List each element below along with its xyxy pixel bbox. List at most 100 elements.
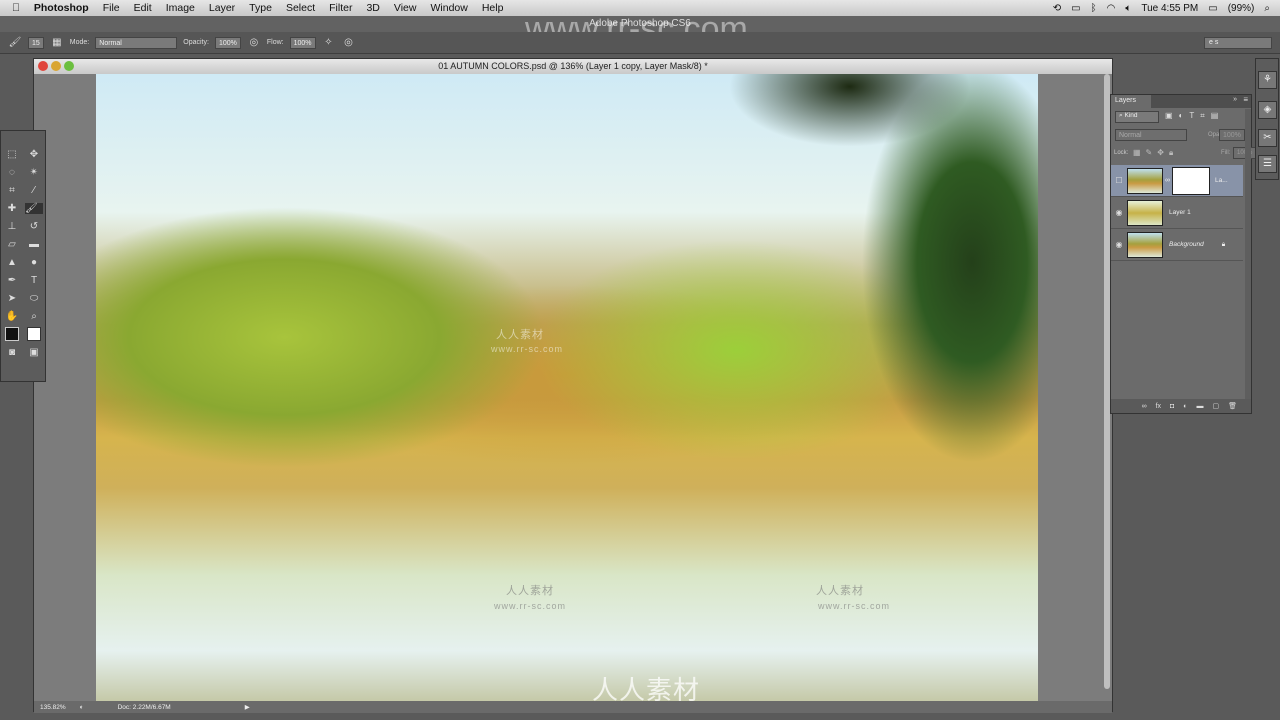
menu-image[interactable]: Image — [166, 2, 195, 14]
lock-icons[interactable]: ▦✎✥🔒︎ — [1133, 148, 1178, 158]
tools-panel: ⬚ ✥ ◌ ✴ ⌗ ⁄ ✚ 🖌︎ ⊥ ↺ ▱ ▬ ▲ ● ✒ T ➤ ⬭ ✋ ⌕ ◙ ▣ — [0, 130, 46, 382]
doc-size: Doc: 2.22M/6.67M — [117, 703, 171, 711]
clock[interactable]: Tue 4:55 PM — [1141, 3, 1198, 14]
hand-tool-icon[interactable]: ✋ — [6, 311, 18, 322]
magic-wand-tool-icon[interactable]: ✴ — [30, 167, 38, 178]
menu-help[interactable]: Help — [482, 2, 504, 14]
status-menu-arrow-icon[interactable]: ▶ — [245, 703, 250, 711]
background-color-swatch[interactable] — [27, 327, 41, 341]
history-brush-tool-icon[interactable]: ↺ — [30, 221, 38, 232]
pressure-size-icon[interactable]: ◎ — [342, 36, 356, 50]
pen-tool-icon[interactable]: ✒ — [8, 275, 16, 286]
layer-mask-thumbnail[interactable] — [1172, 166, 1210, 195]
lock-icon: 🔒︎ — [1221, 240, 1226, 248]
link-icon[interactable]: ∞ — [1165, 177, 1170, 184]
marquee-tool-icon[interactable]: ⬚ — [7, 149, 16, 160]
zoom-level[interactable]: 135.82% — [40, 704, 66, 711]
proof-icon[interactable]: ◐ — [80, 704, 84, 711]
volume-icon[interactable]: 🔈︎ — [1125, 3, 1131, 14]
link-layers-icon[interactable]: ∞ — [1142, 403, 1147, 410]
clone-stamp-tool-icon[interactable]: ⊥ — [8, 221, 17, 232]
eraser-tool-icon[interactable]: ▱ — [8, 239, 16, 250]
blend-mode-select[interactable]: Normal — [1115, 129, 1187, 141]
filter-kind-select[interactable]: ⌕ Kind — [1115, 111, 1159, 123]
eye-icon[interactable]: ◉ — [1111, 208, 1127, 217]
properties-panel-icon[interactable]: ☰ — [1258, 155, 1277, 173]
crop-tool-icon[interactable]: ⌗ — [9, 185, 15, 196]
eyedropper-tool-icon[interactable]: ⁄ — [33, 185, 35, 196]
lock-label: Lock: — [1114, 150, 1129, 156]
collapse-icon[interactable]: » — [1233, 96, 1237, 103]
mode-select[interactable]: Normal — [95, 36, 178, 49]
menu-window[interactable]: Window — [430, 2, 467, 14]
menu-view[interactable]: View — [394, 2, 417, 14]
zoom-tool-icon[interactable]: ⌕ — [31, 311, 37, 322]
wifi-icon[interactable]: ◠ — [1107, 3, 1116, 14]
layers-scrollbar[interactable] — [1245, 109, 1251, 399]
menu-file[interactable]: File — [103, 2, 120, 14]
menu-select[interactable]: Select — [286, 2, 315, 14]
pressure-opacity-icon[interactable]: ◎ — [247, 36, 261, 50]
layer-opacity-input[interactable]: 100% — [1219, 129, 1245, 141]
shape-tool-icon[interactable]: ⬭ — [30, 293, 39, 304]
quick-mask-icon[interactable]: ◙ — [9, 347, 15, 358]
time-machine-icon[interactable]: ⟲ — [1053, 3, 1061, 14]
lasso-tool-icon[interactable]: ◌ — [9, 167, 15, 178]
blur-tool-icon[interactable]: ▲ — [7, 257, 17, 268]
panel-menu-icon[interactable]: ≡ — [1243, 95, 1248, 104]
new-layer-icon[interactable]: ▢ — [1212, 402, 1219, 410]
layers-panel-icon[interactable]: ◈ — [1258, 101, 1277, 119]
visibility-off-box[interactable]: ☐ — [1111, 176, 1127, 185]
menu-filter[interactable]: Filter — [329, 2, 352, 14]
battery-percent: (99%) — [1227, 2, 1255, 14]
brush-presets-icon[interactable]: ✂ — [1258, 129, 1277, 147]
minimize-button[interactable] — [51, 61, 61, 71]
brush-size-picker[interactable]: 15 — [28, 36, 44, 49]
brush-tool-icon[interactable]: 🖌︎ — [25, 202, 43, 214]
screen-mode-icon[interactable]: ▣ — [29, 347, 38, 358]
tab-layers[interactable]: Layers — [1111, 95, 1151, 108]
healing-brush-tool-icon[interactable]: ✚ — [8, 203, 16, 214]
mode-label: Mode: — [69, 39, 90, 46]
close-button[interactable] — [38, 61, 48, 71]
menu-layer[interactable]: Layer — [209, 2, 235, 14]
delete-layer-icon[interactable]: 🗑︎ — [1228, 402, 1237, 410]
path-selection-tool-icon[interactable]: ➤ — [8, 293, 16, 304]
airbrush-icon[interactable]: ✧ — [322, 36, 336, 50]
add-mask-icon[interactable]: ◘ — [1170, 403, 1174, 410]
layer-row[interactable]: ◉ Layer 1 — [1111, 197, 1243, 229]
dodge-tool-icon[interactable]: ● — [31, 257, 37, 268]
menu-app[interactable]: Photoshop — [34, 2, 89, 14]
brush-panel-toggle-icon[interactable]: ▦ — [50, 36, 64, 50]
display-icon[interactable]: ▭ — [1071, 3, 1080, 14]
filter-icons[interactable]: ▣◐T⌗▤ — [1165, 111, 1224, 121]
bluetooth-icon[interactable]: ᛒ — [1091, 3, 1097, 14]
gradient-tool-icon[interactable]: ▬ — [29, 239, 39, 250]
menu-type[interactable]: Type — [249, 2, 272, 14]
watermark: www.rr-sc.com — [818, 601, 890, 611]
eye-icon[interactable]: ◉ — [1111, 240, 1127, 249]
battery-icon[interactable]: ▭ — [1208, 3, 1217, 14]
menu-3d[interactable]: 3D — [366, 2, 379, 14]
image-canvas[interactable]: 人人素材 www.rr-sc.com 人人素材 www.rr-sc.com 人人… — [96, 74, 1038, 701]
workspace-select[interactable]: e s — [1204, 37, 1272, 49]
layer-row[interactable]: ☐ ∞ La... — [1111, 165, 1243, 197]
move-tool-icon[interactable]: ✥ — [30, 149, 38, 160]
opacity-input[interactable]: 100% — [214, 36, 241, 49]
layers-panel: Layers » ≡ ⌕ Kind ▣◐T⌗▤ Normal Opacity: … — [1110, 94, 1257, 414]
layer-row[interactable]: ◉ Background 🔒︎ — [1111, 229, 1243, 261]
spotlight-icon[interactable]: ⌕ — [1264, 3, 1270, 14]
history-panel-icon[interactable]: ⚘ — [1258, 71, 1277, 89]
fx-icon[interactable]: fx — [1156, 403, 1161, 410]
status-menus: ⟲ ▭ ᛒ ◠ 🔈︎ Tue 4:55 PM ▭ (99%) ⌕ — [1053, 0, 1270, 16]
adjustment-layer-icon[interactable]: ◐ — [1183, 403, 1187, 410]
brush-tool-icon[interactable]: 🖌︎ — [8, 36, 22, 50]
menu-edit[interactable]: Edit — [134, 2, 152, 14]
apple-icon[interactable]:  — [12, 2, 20, 14]
zoom-button[interactable] — [64, 61, 74, 71]
type-tool-icon[interactable]: T — [31, 275, 37, 286]
new-group-icon[interactable]: ▬ — [1196, 403, 1203, 410]
foreground-color-swatch[interactable] — [5, 327, 19, 341]
flow-input[interactable]: 100% — [289, 36, 316, 49]
layer-thumbnail — [1127, 167, 1163, 194]
